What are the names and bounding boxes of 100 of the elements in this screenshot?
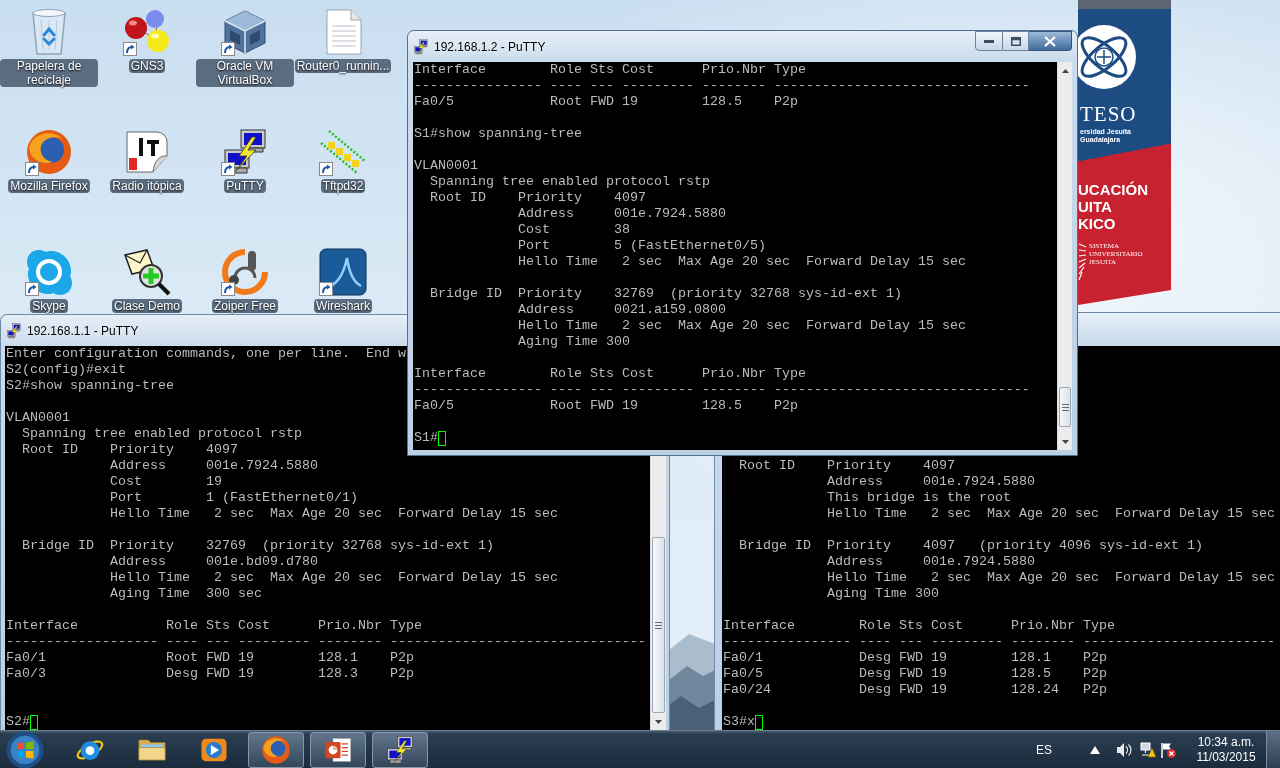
terminal-line: Bridge ID Priority 4097 (priority 4096 sys-id-ext 1) — [738, 538, 1203, 554]
minimize-button[interactable] — [975, 31, 1003, 51]
terminal-line: Address 001e.7924.5880 — [825, 554, 1035, 570]
scrollbar[interactable] — [1057, 62, 1072, 450]
headset-icon — [221, 248, 269, 296]
terminal-line: Hello Time 2 sec Max Age 20 sec Forward Delay 15 sec — [516, 254, 966, 270]
speaker-icon[interactable] — [1116, 741, 1132, 758]
terminal-line: S1#show spanning-tree — [414, 126, 582, 142]
computers-lightning-icon — [6, 322, 22, 339]
terminal-line: Bridge ID Priority 32769 (priority 32768 sys-id-ext 1) — [429, 286, 902, 302]
desktop-shortcut[interactable]: Tftpd32 — [294, 126, 392, 193]
prompt-text: S2# — [6, 714, 30, 730]
caret-up-icon[interactable] — [1090, 745, 1100, 754]
scroll-thumb[interactable] — [652, 537, 665, 713]
terminal-line: Address 0021.a159.0800 — [516, 302, 726, 318]
terminal-line: Interface Role Sts Cost Prio.Nbr Type — [414, 62, 806, 78]
terminal-line: Fa0/5 Root FWD 19 128.5 P2p — [414, 94, 798, 110]
terminal-line: Cost 19 — [108, 474, 222, 490]
close-button[interactable] — [1029, 31, 1072, 51]
terminal-line: Fa0/5 Desg FWD 19 128.5 P2p — [723, 666, 1107, 682]
language-indicator[interactable]: ES — [1036, 742, 1052, 757]
terminal-line: Aging Time 300 — [516, 334, 630, 350]
desktop-shortcut[interactable]: Zoiper Free — [196, 246, 294, 313]
desktop-shortcut[interactable]: Router0_runnin... — [294, 6, 392, 73]
terminal-line: Spanning tree enabled protocol rstp — [429, 174, 710, 190]
terminal-line: Address 001e.7924.5880 — [516, 206, 726, 222]
banner-slogan: UITA — [1078, 198, 1112, 215]
globe-icon — [25, 128, 73, 176]
terminal-line: VLAN0001 — [6, 410, 70, 426]
desktop-shortcut[interactable]: Radio itópica — [98, 126, 196, 193]
sunburst-icon — [1078, 242, 1087, 282]
grip-icon — [1061, 403, 1069, 411]
desktop-shortcut[interactable]: PuTTY — [196, 126, 294, 193]
terminal-line: This bridge is the root — [825, 490, 1011, 506]
terminal-line: Hello Time 2 sec Max Age 20 sec Forward Delay 15 sec — [825, 570, 1275, 586]
computers-lightning-icon — [221, 128, 269, 176]
window-title: 192.168.1.2 - PuTTY — [434, 39, 546, 54]
terminal-line: Spanning tree enabled protocol rstp — [21, 426, 302, 442]
emblem-icon — [1078, 23, 1136, 91]
terminal-line: Port 5 (FastEthernet0/5) — [516, 238, 766, 254]
terminal-line: Aging Time 300 — [825, 586, 939, 602]
caret-up-icon — [1061, 68, 1069, 73]
terminal-line: Port 1 (FastEthernet0/1) — [108, 490, 358, 506]
maximize-icon — [1010, 36, 1021, 46]
terminal-line: Fa0/5 Root FWD 19 128.5 P2p — [414, 398, 798, 414]
terminal-line: ---------------- ---- --- --------- -------- -------------------------------- — [414, 382, 1030, 398]
prompt-text: S1# — [414, 430, 438, 446]
flag-icon[interactable] — [1160, 741, 1176, 758]
terminal-line: Hello Time 2 sec Max Age 20 sec Forward Delay 15 sec — [516, 318, 966, 334]
banner-slogan: UCACIÓN — [1078, 181, 1148, 198]
banner-slogan: KICO — [1078, 215, 1116, 232]
scroll-thumb[interactable] — [1059, 387, 1071, 427]
maximize-button[interactable] — [1003, 31, 1029, 51]
sticker-icon — [123, 128, 171, 176]
terminal-line: Address 001e.bd09.d780 — [108, 554, 318, 570]
desktop-shortcut[interactable]: Mozilla Firefox — [0, 126, 98, 193]
terminal-line: Interface Role Sts Cost Prio.Nbr Type — [414, 366, 806, 382]
desktop-shortcut[interactable]: Wireshark — [294, 246, 392, 313]
cube-icon — [221, 8, 269, 56]
terminal-line: Interface Role Sts Cost Prio.Nbr Type — [723, 618, 1115, 634]
fin-tile-icon — [319, 248, 367, 296]
desktop-shortcut[interactable]: Papelera de reciclaje — [0, 6, 98, 87]
desktop-shortcut[interactable]: Oracle VM VirtualBox — [196, 6, 294, 87]
show-desktop-button[interactable] — [1266, 731, 1280, 768]
computers-lightning-icon — [385, 734, 415, 765]
caret-down-icon — [1061, 439, 1069, 444]
start-orb-icon[interactable] — [6, 730, 44, 768]
terminal-line: Root ID Priority 4097 — [738, 458, 955, 474]
terminal-line: Address 001e.7924.5880 — [825, 474, 1035, 490]
desktop-shortcut[interactable]: Skype — [0, 246, 98, 313]
terminal-line: ------------------- ---- --- --------- -------- -------------------------------- — [6, 634, 646, 650]
prompt-text: S3#x — [723, 714, 755, 730]
minimize-icon — [984, 39, 994, 43]
terminal-line: S2(config)#exit — [6, 362, 126, 378]
scrollbar[interactable] — [650, 456, 666, 730]
envelope-magnifier-icon — [123, 248, 171, 296]
taskbar-button[interactable] — [372, 731, 428, 768]
desktop-shortcut[interactable]: Clase Demo — [98, 246, 196, 313]
window-title: 192.168.1.1 - PuTTY — [27, 323, 139, 338]
cloud-tile-icon — [25, 248, 73, 296]
terminal-line: Fa0/1 Desg FWD 19 128.1 P2p — [723, 650, 1107, 666]
terminal-line: Aging Time 300 sec — [108, 586, 262, 602]
clock-button[interactable]: 10:34 a.m. 11/03/2015 — [1193, 734, 1259, 765]
terminal-line: ---------------- ---- --- --------- -------- -------------------------------- — [414, 78, 1030, 94]
banner-title: TESO — [1079, 104, 1137, 125]
terminal-line: Root ID Priority 4097 — [21, 442, 238, 458]
globe-icon — [261, 734, 291, 765]
close-icon — [1044, 35, 1056, 47]
terminal-line: Cost 38 — [516, 222, 630, 238]
terminal-line: Enter configuration commands, one per line. End w — [6, 346, 406, 362]
network-warning-icon[interactable] — [1140, 741, 1156, 758]
terminal-line: Fa0/1 Root FWD 19 128.1 P2p — [6, 650, 414, 666]
terminal-line: VLAN0001 — [414, 158, 478, 174]
block-cursor-icon — [30, 714, 38, 730]
terminal-line: Fa0/24 Desg FWD 19 128.24 P2p — [723, 682, 1107, 698]
taskbar-button[interactable] — [310, 731, 366, 768]
terminal-line: Bridge ID Priority 32769 (priority 32768 sys-id-ext 1) — [21, 538, 494, 554]
desktop-shortcut[interactable]: GNS3 — [98, 6, 196, 73]
terminal-line: S2#show spanning-tree — [6, 378, 174, 394]
computers-lightning-icon — [413, 38, 429, 55]
